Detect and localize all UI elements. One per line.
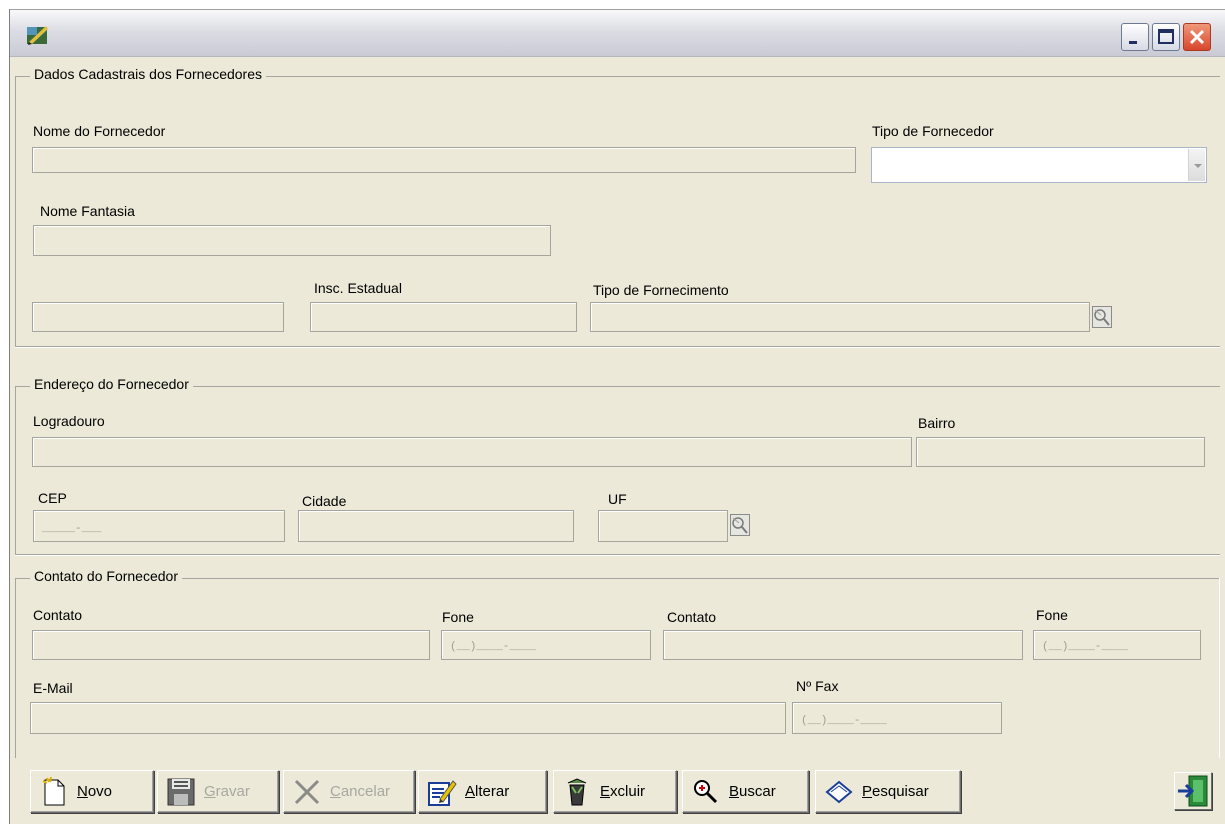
maximize-button[interactable] [1152,23,1180,51]
state-registration-label: Insc. Estadual [314,280,402,296]
supplier-data-title: Dados Cadastrais dos Fornecedores [30,66,267,82]
find-button[interactable]: Buscar [682,770,809,813]
section-divider [15,346,1220,348]
cancel-button-label: Cancelar [330,783,391,800]
title-bar [10,10,1225,57]
city-field[interactable] [298,510,574,542]
edit-button-label: Alterar [465,783,510,800]
trade-name-label: Nome Fantasia [40,203,135,219]
supplier-type-select[interactable] [871,147,1207,183]
phone1-field[interactable]: (__)____-____ [441,630,651,660]
group-left-edge [15,76,16,346]
email-label: E-Mail [33,680,73,696]
new-document-icon [42,776,65,805]
phone2-label: Fone [1036,607,1068,623]
contact1-field[interactable] [32,630,430,660]
contact-title: Contato do Fornecedor [30,568,182,584]
exit-door-icon [1178,775,1208,807]
close-icon [1189,29,1205,45]
group-left-edge [15,386,16,554]
supply-type-lookup-icon[interactable] [1092,306,1112,328]
x-cancel-icon [294,779,320,804]
supplier-name-label: Nome do Fornecedor [33,123,166,139]
city-label: Cidade [302,493,347,509]
phone2-field[interactable]: (__)____-____ [1033,630,1201,660]
app-icon [27,26,48,45]
exit-button[interactable] [1174,772,1212,810]
group-left-edge [15,578,16,758]
minimize-button[interactable] [1121,23,1149,51]
search-button-label: Pesquisar [862,783,929,800]
uf-lookup-icon[interactable] [730,514,750,536]
uf-field[interactable] [598,510,728,542]
trash-bin-icon [567,777,587,805]
chevron-down-icon [1194,164,1202,168]
dropdown-arrow[interactable] [1188,149,1205,181]
contact2-label: Contato [667,609,717,625]
supply-type-field[interactable] [590,302,1090,332]
street-field[interactable] [32,437,912,467]
minimize-icon [1129,41,1137,44]
search-button[interactable]: Pesquisar [815,770,961,813]
address-title: Endereço do Fornecedor [30,376,193,392]
cep-label: CEP [38,490,67,506]
edit-button[interactable]: Alterar [418,770,547,813]
delete-button-label: Excluir [600,783,646,800]
trade-name-field[interactable] [33,225,551,256]
contact-group [15,578,1220,579]
uf-label: UF [608,491,627,507]
email-field[interactable] [30,702,786,734]
contact1-label: Contato [33,607,83,623]
address-group [15,386,1220,387]
save-button-label: Gravar [204,783,250,800]
magnifier-icon [694,779,718,803]
supplier-name-field[interactable] [32,147,856,173]
contact2-field[interactable] [663,630,1023,660]
document-field[interactable] [32,302,284,332]
fax-label: Nº Fax [796,678,839,694]
state-registration-field[interactable] [310,302,577,332]
maximize-icon [1158,29,1174,44]
close-button[interactable] [1183,23,1211,51]
fax-field[interactable]: (__)____-____ [792,702,1002,734]
edit-pencil-icon [428,779,457,806]
find-button-label: Buscar [729,783,776,800]
section-divider [15,554,1220,556]
district-label: Bairro [918,415,956,431]
delete-button[interactable]: Excluir [553,770,677,813]
street-label: Logradouro [33,413,105,429]
group-right-edge [1219,578,1220,758]
supplier-window: Dados Cadastrais dos Fornecedores Nome d… [9,9,1225,824]
supplier-type-label: Tipo de Fornecedor [872,123,994,139]
district-field[interactable] [916,437,1205,467]
cancel-button[interactable]: Cancelar [283,770,415,813]
new-button[interactable]: Novo [30,770,154,813]
phone1-label: Fone [442,609,474,625]
supply-type-label: Tipo de Fornecimento [593,282,729,298]
save-button[interactable]: Gravar [157,770,279,813]
floppy-disk-icon [167,778,195,805]
book-search-icon [825,780,853,803]
cep-field[interactable]: _____-___ [33,510,285,542]
new-button-label: Novo [77,783,113,800]
